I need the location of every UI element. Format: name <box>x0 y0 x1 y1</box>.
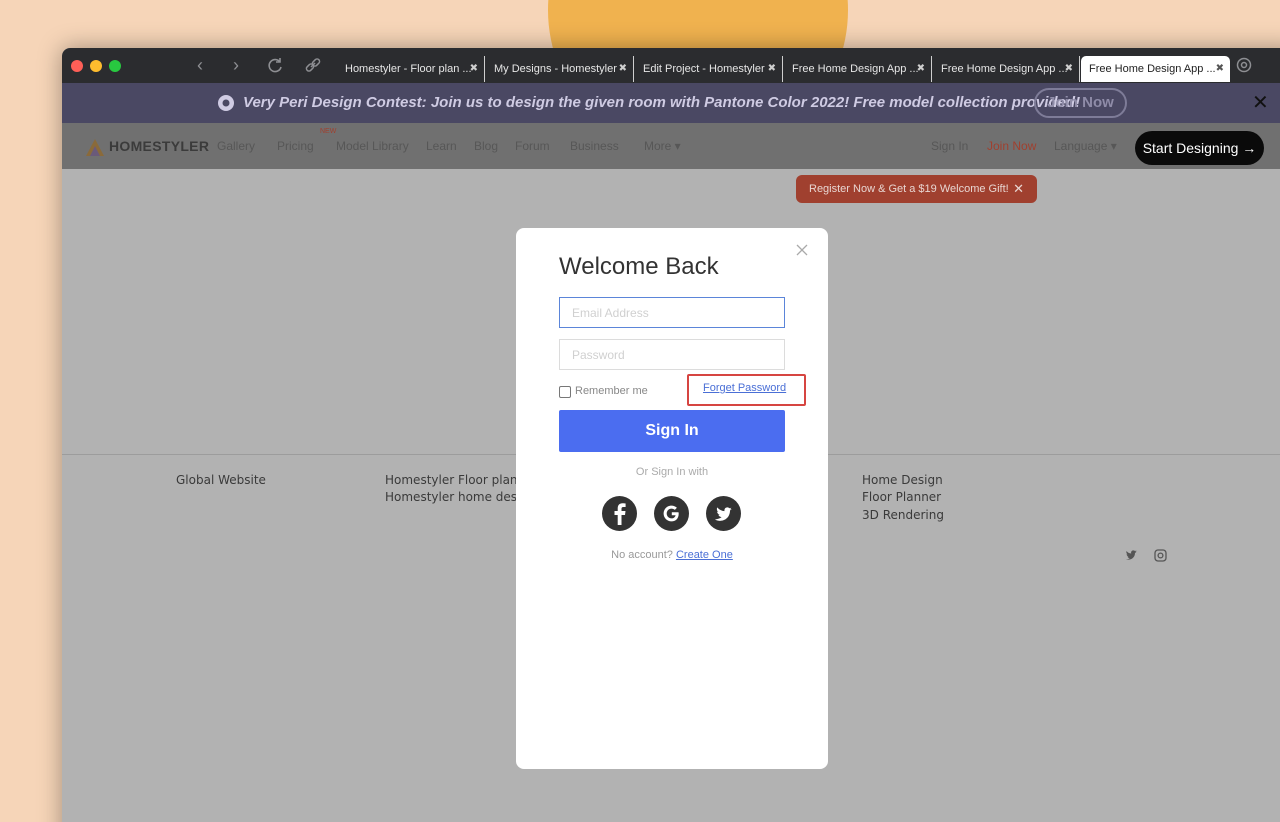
tab-title: My Designs - Homestyler <box>494 63 617 75</box>
modal-title: Welcome Back <box>559 253 719 280</box>
forward-icon[interactable]: › <box>225 54 247 76</box>
password-field[interactable] <box>559 339 785 370</box>
reload-icon[interactable] <box>264 54 286 76</box>
nav-link-forum[interactable]: Forum <box>515 123 550 169</box>
nav-link-learn[interactable]: Learn <box>426 123 457 169</box>
login-modal: Welcome Back Remember me Forget Password… <box>516 228 828 769</box>
nav-link-business[interactable]: Business <box>570 123 619 169</box>
back-icon[interactable]: ‹ <box>189 54 211 76</box>
close-icon[interactable] <box>795 243 809 257</box>
gear-icon[interactable] <box>1234 55 1254 75</box>
nav-link-blog[interactable]: Blog <box>474 123 498 169</box>
footer-link[interactable]: Floor Planner <box>862 489 941 507</box>
promo-banner: Very Peri Design Contest: Join us to des… <box>62 83 1280 123</box>
facebook-icon[interactable] <box>602 496 637 531</box>
tab-title: Free Home Design App ... <box>941 63 1068 75</box>
tab-close-icon[interactable]: ✖ <box>917 56 925 82</box>
link-icon[interactable] <box>302 54 324 76</box>
remember-me-label: Remember me <box>575 385 648 397</box>
footer-link[interactable]: Home Design <box>862 472 943 490</box>
tab-close-icon[interactable]: ✖ <box>1216 56 1224 82</box>
nav-link-more[interactable]: More ▾ <box>644 123 681 169</box>
footer-link[interactable]: Homestyler home desig <box>385 489 528 507</box>
no-account-text: No account? Create One <box>516 549 828 561</box>
close-icon[interactable]: ✕ <box>1252 83 1269 123</box>
twitter-icon[interactable] <box>706 496 741 531</box>
close-icon[interactable]: ✕ <box>1013 175 1024 203</box>
footer-link[interactable]: Global Website <box>176 472 266 490</box>
remember-me-checkbox[interactable] <box>559 386 571 398</box>
google-icon[interactable] <box>654 496 689 531</box>
promo-join-button[interactable]: Join Now <box>1034 88 1127 118</box>
site-logo[interactable]: HOMESTYLER <box>109 123 209 169</box>
language-select[interactable]: Language ▾ <box>1054 123 1117 169</box>
tab-title: Free Home Design App ... <box>1089 63 1216 75</box>
forget-password-link[interactable]: Forget Password <box>703 382 786 394</box>
nav-link-gallery[interactable]: Gallery <box>217 123 255 169</box>
tab-title: Homestyler - Floor plan ... <box>345 63 472 75</box>
browser-tab[interactable]: Edit Project - Homestyler ✖ <box>635 56 783 82</box>
browser-tab[interactable]: Free Home Design App ... ✖ <box>784 56 932 82</box>
twitter-icon[interactable] <box>1125 549 1138 562</box>
homestyler-logo-icon[interactable] <box>84 136 106 158</box>
tab-close-icon[interactable]: ✖ <box>1065 56 1073 82</box>
zoom-window-button[interactable] <box>109 60 121 72</box>
site-navbar: HOMESTYLER Gallery Pricing NEW Model Lib… <box>62 123 1280 169</box>
footer-link[interactable]: 3D Rendering <box>862 507 944 525</box>
tab-title: Edit Project - Homestyler <box>643 63 765 75</box>
create-account-link[interactable]: Create One <box>676 549 733 561</box>
nav-sign-in[interactable]: Sign In <box>931 123 968 169</box>
email-field[interactable] <box>559 297 785 328</box>
instagram-icon[interactable] <box>1154 549 1167 562</box>
promo-text: Very Peri Design Contest: Join us to des… <box>243 94 1081 111</box>
tab-close-icon[interactable]: ✖ <box>768 56 776 82</box>
welcome-gift-banner[interactable]: Register Now & Get a $19 Welcome Gift! ✕ <box>796 175 1037 203</box>
contest-badge-icon <box>216 93 236 113</box>
browser-tab-active[interactable]: Free Home Design App ... ✖ <box>1081 56 1230 82</box>
no-account-label: No account? <box>611 549 673 561</box>
tab-close-icon[interactable]: ✖ <box>470 56 478 82</box>
nav-link-model-library[interactable]: Model Library <box>336 123 409 169</box>
or-sign-in-with-label: Or Sign In with <box>635 466 709 478</box>
minimize-window-button[interactable] <box>90 60 102 72</box>
browser-tab[interactable]: My Designs - Homestyler ✖ <box>486 56 634 82</box>
tab-close-icon[interactable]: ✖ <box>619 56 627 82</box>
sign-in-button[interactable]: Sign In <box>559 410 785 452</box>
gift-banner-text: Register Now & Get a $19 Welcome Gift! <box>809 183 1009 195</box>
browser-tab[interactable]: Free Home Design App ... ✖ <box>933 56 1080 82</box>
nav-join-now[interactable]: Join Now <box>987 123 1036 169</box>
tab-title: Free Home Design App ... <box>792 63 919 75</box>
start-designing-button[interactable]: Start Designing → <box>1135 131 1264 165</box>
new-badge: NEW <box>320 128 337 135</box>
footer-link[interactable]: Homestyler Floor planr <box>385 472 522 490</box>
browser-tab[interactable]: Homestyler - Floor plan ... ✖ <box>337 56 485 82</box>
close-window-button[interactable] <box>71 60 83 72</box>
nav-link-pricing[interactable]: Pricing <box>277 123 314 169</box>
browser-titlebar: ‹ › Homestyler - Floor plan ... ✖ My Des… <box>62 48 1280 83</box>
